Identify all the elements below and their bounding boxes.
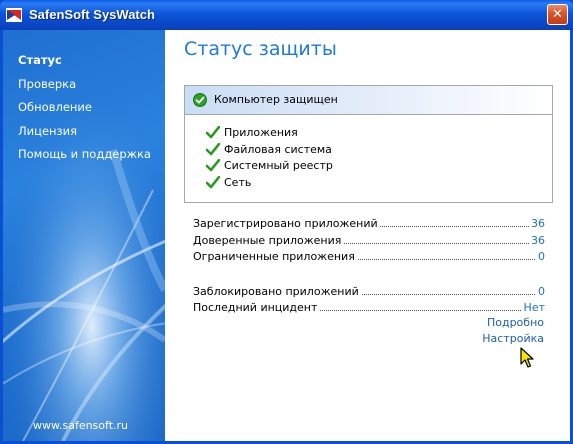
settings-link[interactable]: Настройка <box>482 332 544 345</box>
window-title: SafenSoft SysWatch <box>29 7 155 22</box>
details-link[interactable]: Подробно <box>487 316 544 329</box>
stat-value-link[interactable]: 0 <box>536 283 545 299</box>
check-item-label: Системный реестр <box>224 159 333 172</box>
main-panel: Статус защиты Компьютер защищен Приложен… <box>165 30 570 441</box>
app-logo-icon <box>6 8 22 22</box>
sidebar: Статус Проверка Обновление Лицензия Помо… <box>3 30 165 441</box>
stat-label: Доверенные приложения <box>193 232 344 248</box>
sidebar-item-status[interactable]: Статус <box>18 52 151 76</box>
check-circle-icon <box>193 93 207 107</box>
close-icon: ✕ <box>552 7 563 22</box>
sidebar-item-license[interactable]: Лицензия <box>18 123 151 147</box>
status-header: Компьютер защищен <box>185 86 552 115</box>
stat-label: Последний инцидент <box>193 300 320 315</box>
check-item-label: Сеть <box>224 175 252 189</box>
sidebar-item-help[interactable]: Помощь и поддержка <box>18 146 151 170</box>
stat-row-restricted: Ограниченные приложения 0 <box>193 249 545 266</box>
stat-value-link[interactable]: 36 <box>529 216 545 231</box>
stat-row-last-incident: Последний инцидент Нет <box>193 300 545 317</box>
close-button[interactable]: ✕ <box>547 4 568 25</box>
stat-row-trusted: Доверенные приложения 36 <box>193 232 545 250</box>
status-title: Компьютер защищен <box>214 93 338 106</box>
stat-row-blocked: Заблокировано приложений 0 <box>193 283 545 301</box>
page-title: Статус защиты <box>184 38 337 60</box>
website-link[interactable]: www.safensoft.ru <box>33 419 128 432</box>
check-item-label: Приложения <box>224 126 298 139</box>
green-check-icon <box>206 126 220 139</box>
mouse-cursor-icon <box>520 347 534 368</box>
status-panel: Компьютер защищен Приложения Файловая си… <box>184 85 553 203</box>
stat-label: Заблокировано приложений <box>193 283 361 299</box>
stat-label: Ограниченные приложения <box>193 249 357 264</box>
green-check-icon <box>206 175 220 188</box>
sidebar-nav: Статус Проверка Обновление Лицензия Помо… <box>18 52 151 170</box>
title-bar[interactable]: SafenSoft SysWatch ✕ <box>0 0 573 30</box>
stat-row-registered: Зарегистрировано приложений 36 <box>193 216 545 233</box>
green-check-icon <box>206 142 220 155</box>
statistics-list: Зарегистрировано приложений 36 Доверенны… <box>193 216 545 317</box>
stat-label: Зарегистрировано приложений <box>193 216 380 231</box>
green-check-icon <box>206 159 220 172</box>
sidebar-item-update[interactable]: Обновление <box>18 99 151 123</box>
stat-value-link[interactable]: 0 <box>536 249 545 264</box>
stat-value-link[interactable]: 36 <box>529 232 545 248</box>
sidebar-item-scan[interactable]: Проверка <box>18 76 151 100</box>
stat-value-link[interactable]: Нет <box>521 300 545 315</box>
check-item-label: Файловая система <box>224 142 332 156</box>
app-window: SafenSoft SysWatch ✕ Статус Проверка Обн… <box>0 0 573 444</box>
